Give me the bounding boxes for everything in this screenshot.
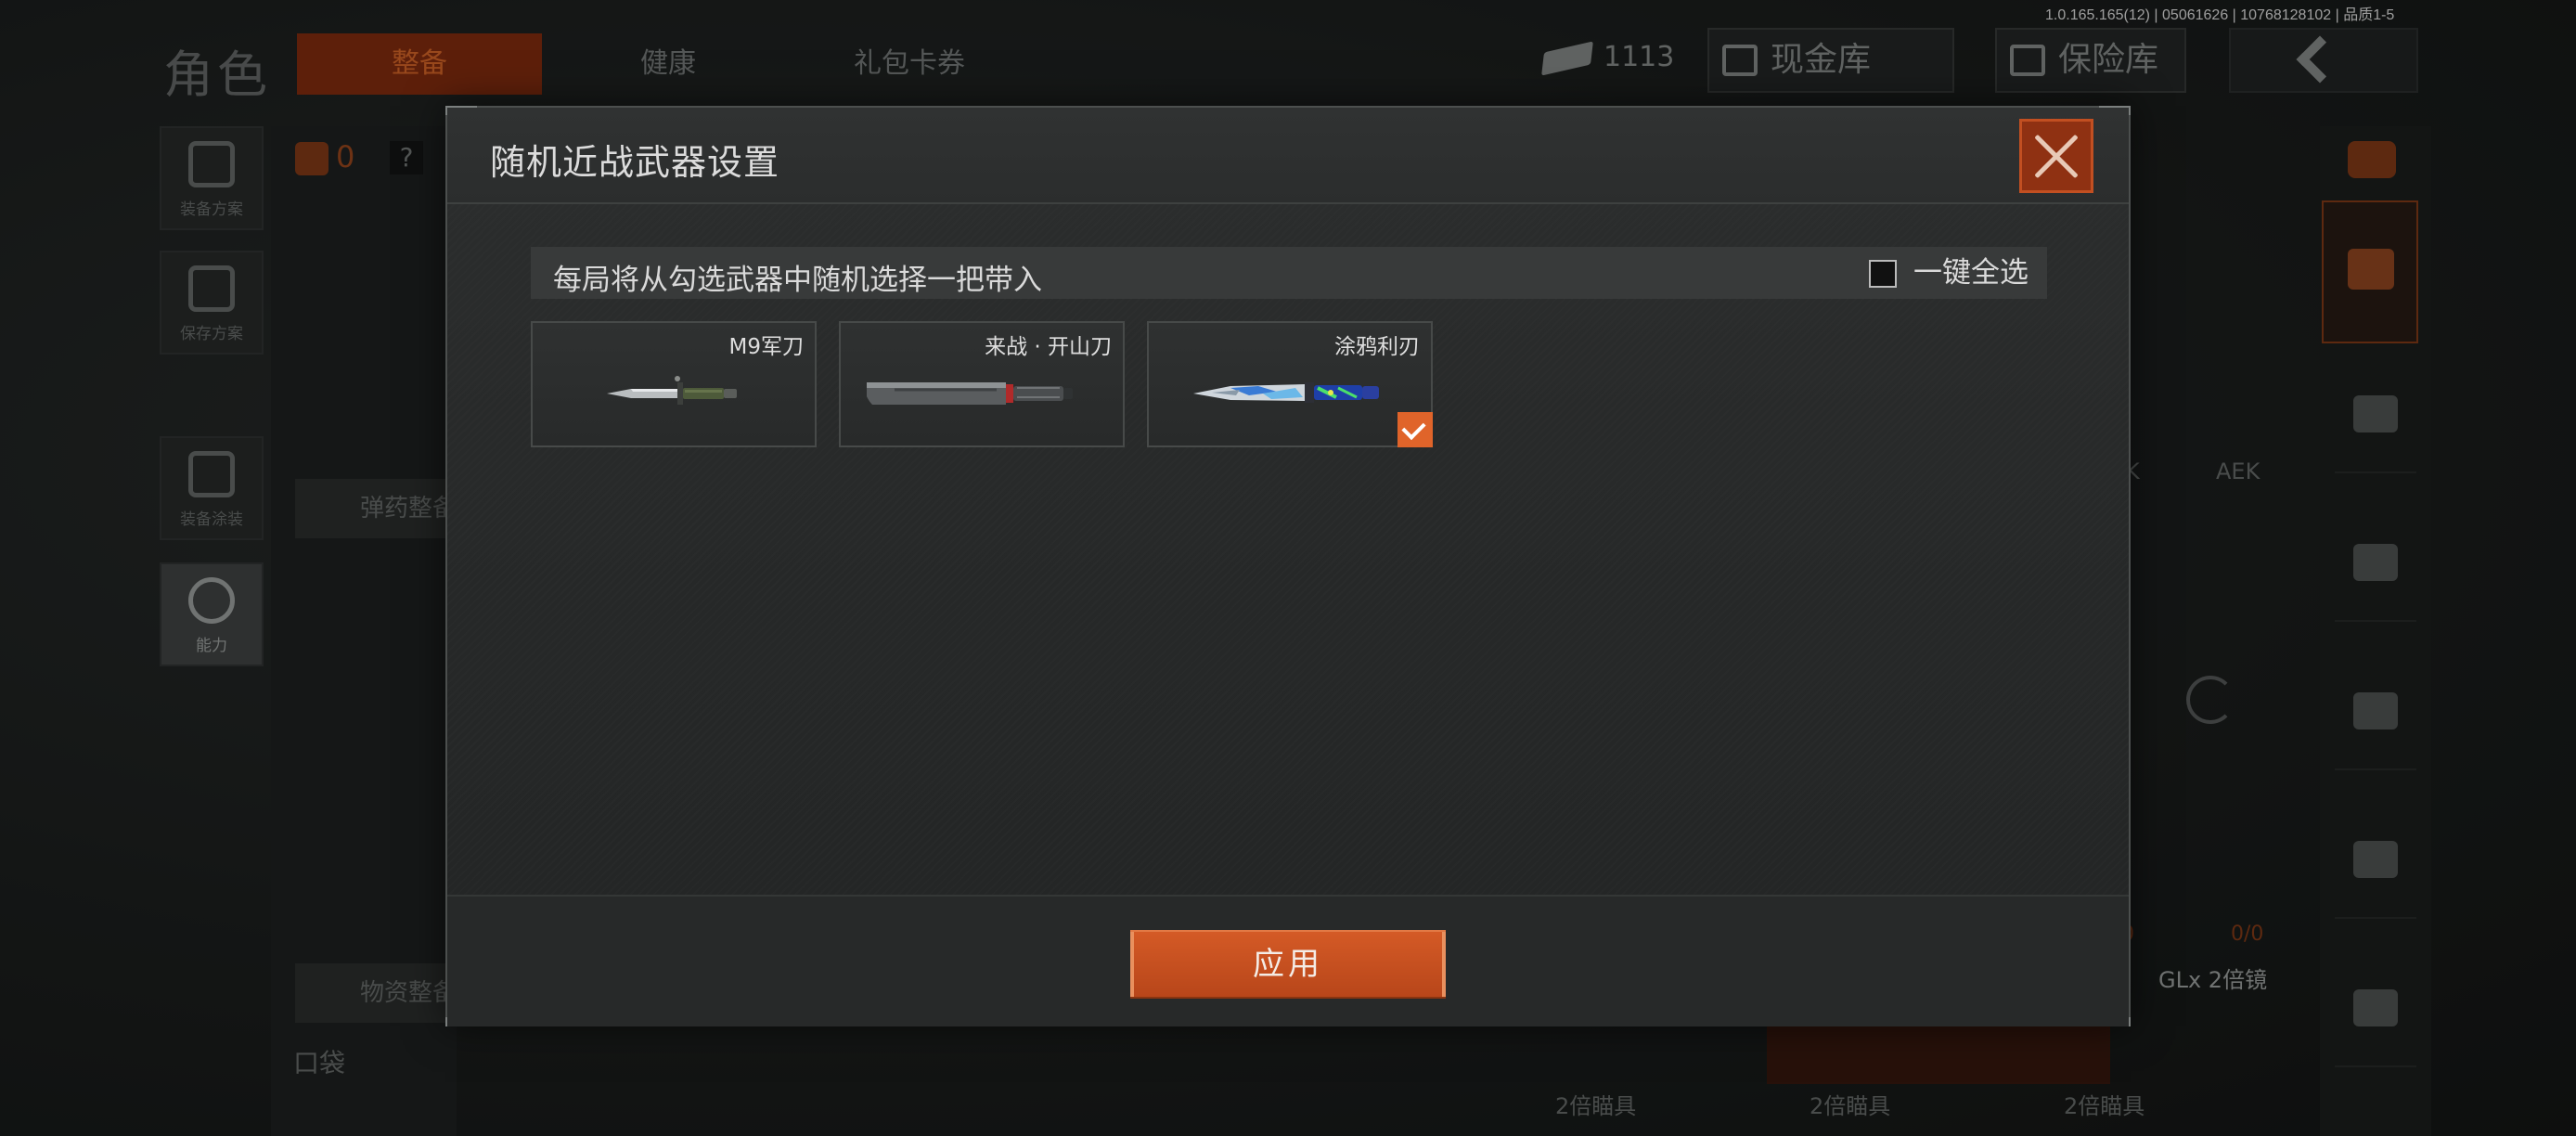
close-button[interactable] [2019,119,2093,193]
select-all-label: 一键全选 [1913,256,2029,290]
select-all-checkbox[interactable] [1869,260,1897,288]
selected-check-icon[interactable] [1397,412,1433,447]
dialog-description: 每局将从勾选武器中随机选择一把带入 [553,264,1042,297]
weapon-name: M9军刀 [728,335,804,359]
weapon-name: 涂鸦利刃 [1334,335,1420,359]
machete-icon [867,382,1073,405]
random-melee-weapon-dialog: 随机近战武器设置 每局将从勾选武器中随机选择一把带入 一键全选 M9军刀 来战 … [445,106,2131,1026]
weapon-card-m9[interactable]: M9军刀 [531,321,817,447]
bayonet-icon [607,376,737,405]
apply-button[interactable]: 应用 [1130,930,1446,999]
weapon-name: 来战 · 开山刀 [985,335,1112,359]
description-bar: 每局将从勾选武器中随机选择一把带入 一键全选 [531,247,2047,299]
graffiti-blade-icon [1193,382,1379,403]
weapon-card-graffiti-blade[interactable]: 涂鸦利刃 [1147,321,1433,447]
dialog-header: 随机近战武器设置 [447,108,2129,204]
weapon-card-machete[interactable]: 来战 · 开山刀 [839,321,1125,447]
select-all-toggle[interactable]: 一键全选 [1865,252,2041,293]
dialog-title: 随机近战武器设置 [490,142,780,183]
